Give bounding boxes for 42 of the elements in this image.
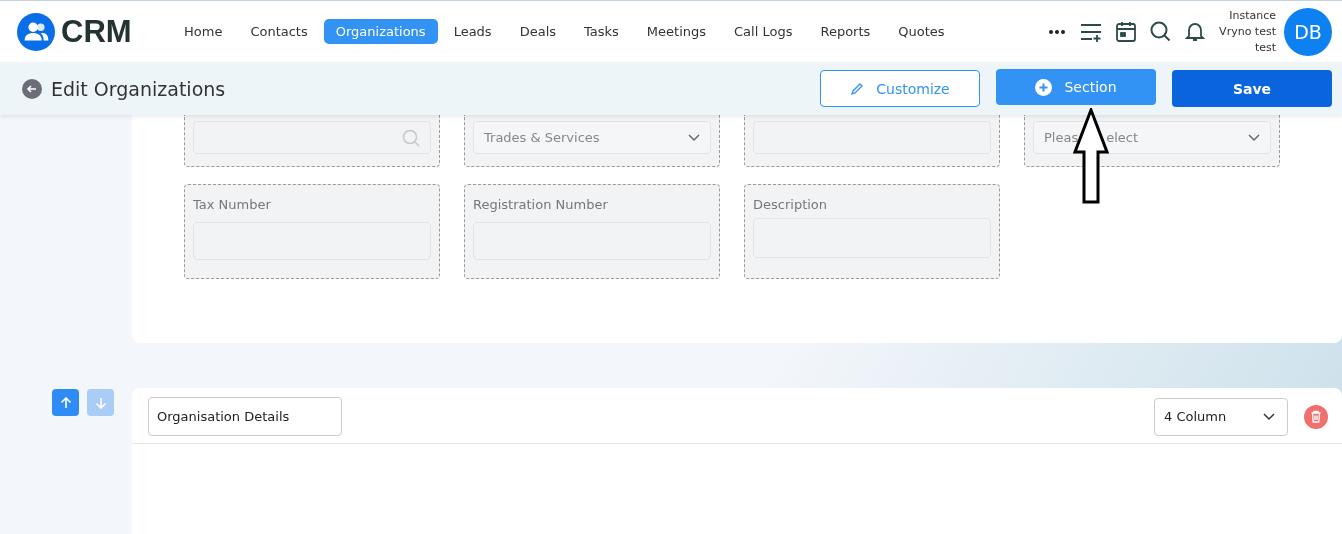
nav-tab[interactable]: Reports [808,19,883,44]
bell-icon[interactable] [1185,21,1206,42]
user-avatar[interactable]: DB [1284,7,1332,56]
arrow-down-icon [94,396,107,409]
more-icon[interactable] [1048,28,1067,35]
nav-tab[interactable]: Tasks [572,19,631,44]
search-icon [402,128,420,147]
column-select[interactable]: 4 Column [1154,397,1288,436]
user-info-text: Instance [1229,7,1276,24]
pencil-icon [850,81,865,96]
nav-tab[interactable]: Leads [441,19,504,44]
chevron-icon [1248,133,1260,142]
select-placeholder: Pleas [1044,130,1079,145]
action-button[interactable]: Save [1172,70,1332,107]
search-field[interactable] [193,121,431,154]
field-label: Description [753,197,829,212]
nav-tab[interactable]: Deals [507,19,568,44]
arrow-up-icon [59,396,72,409]
select-value: Trades & Services [484,130,600,145]
brand-name: CRM [61,13,132,50]
move-up-button[interactable] [52,389,79,416]
chevron-icon [688,133,700,142]
calendar-icon[interactable] [1116,21,1137,42]
user-info-text: test [1254,39,1276,56]
back-icon[interactable] [22,78,42,99]
field-label: Registration Number [473,197,609,212]
section-name-field[interactable]: Organisation Details [148,397,342,436]
search-icon[interactable] [1150,21,1172,42]
nav-tab[interactable]: Quotes [886,19,957,44]
plus-circle-icon [1035,78,1053,96]
field-label: Tax Number [193,197,272,212]
chevron-icon [1263,412,1275,421]
select-placeholder: elect [1106,130,1139,145]
user-info-text: Vryno test [1219,23,1276,40]
page-title: Edit Organizations [51,77,226,100]
list-add-icon[interactable] [1080,21,1103,42]
logo-icon [17,12,55,51]
nav-tab[interactable]: Call Logs [722,19,805,44]
nav-tab[interactable]: Home [172,19,235,44]
nav-tab[interactable]: Meetings [634,19,719,44]
delete-icon[interactable] [1304,404,1328,429]
nav-tab[interactable]: Contacts [238,19,320,44]
